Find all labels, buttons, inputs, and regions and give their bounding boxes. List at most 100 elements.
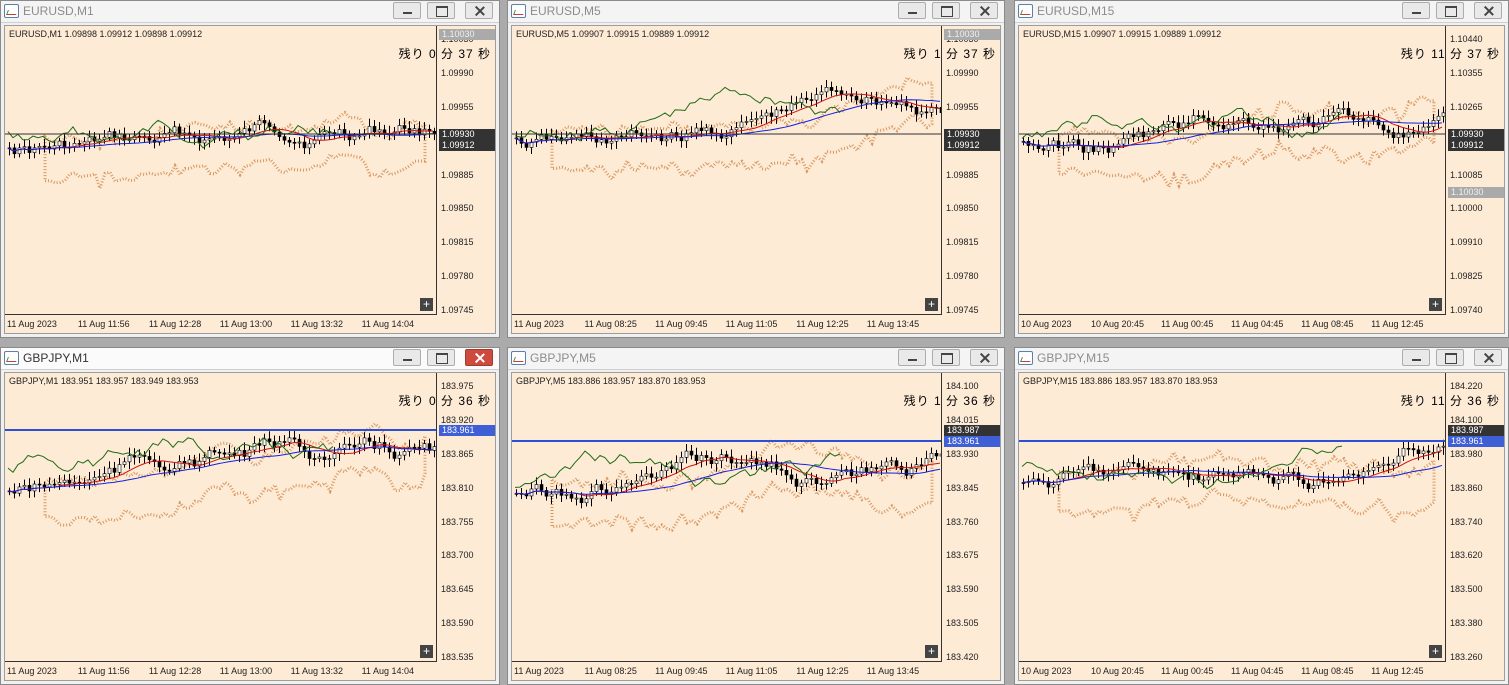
chart-window[interactable]: EURUSD,M15 EURUSD,M15 1.09907 1.09915 1.… (1014, 0, 1509, 338)
price-plot[interactable] (1019, 26, 1446, 315)
maximize-button[interactable] (932, 2, 960, 19)
candle-body (1096, 146, 1101, 152)
window-titlebar[interactable]: EURUSD,M15 (1015, 1, 1508, 23)
time-axis[interactable]: 10 Aug 2023 10 Aug 20:45 11 Aug 00:45 11 Au… (1019, 315, 1446, 333)
price-axis[interactable]: 1.104401.103551.102651.101751.100851.100… (1446, 26, 1504, 315)
minimize-button[interactable] (1402, 349, 1430, 366)
zoom-plus-button[interactable]: + (420, 298, 433, 311)
maximize-button[interactable] (1436, 349, 1464, 366)
price-tick-label: 1.09780 (946, 271, 979, 282)
candle-body (287, 139, 292, 143)
chart-area[interactable]: EURUSD,M5 1.09907 1.09915 1.09889 1.0991… (511, 25, 1001, 334)
close-button[interactable] (465, 349, 493, 366)
maximize-button[interactable] (427, 2, 455, 19)
time-axis[interactable]: 11 Aug 2023 11 Aug 11:56 11 Aug 12:28 11 Au… (5, 315, 437, 333)
window-titlebar[interactable]: GBPJPY,M15 (1015, 348, 1508, 370)
candle-body (659, 470, 664, 478)
candle-body (599, 484, 604, 491)
time-tick-label: 11 Aug 2023 (514, 666, 564, 676)
candle-body (679, 457, 684, 463)
candle-body (1326, 481, 1331, 484)
zoom-plus-button[interactable]: + (925, 298, 938, 311)
price-axis[interactable]: 184.100 184.015 183.930 183.845 183.760 183.6… (942, 373, 1000, 662)
bar-countdown: 残り 0 分 37 秒 (398, 47, 491, 61)
price-tag: 1.09930 (944, 129, 1000, 140)
close-button[interactable] (970, 2, 998, 19)
close-button[interactable] (465, 2, 493, 19)
minimize-button[interactable] (898, 2, 926, 19)
close-button[interactable] (970, 349, 998, 366)
minimize-button[interactable] (898, 349, 926, 366)
price-tag: 183.987 (1448, 425, 1504, 436)
price-tick-label: 183.675 (946, 550, 979, 561)
zoom-plus-button[interactable]: + (1429, 645, 1442, 658)
price-tick-label: 1.09850 (946, 203, 979, 214)
window-titlebar[interactable]: GBPJPY,M5 (508, 348, 1004, 370)
maximize-button[interactable] (1436, 2, 1464, 19)
price-plot[interactable] (1019, 373, 1446, 662)
price-plot[interactable] (5, 373, 437, 662)
close-button[interactable] (1474, 349, 1502, 366)
minimize-button[interactable] (393, 2, 421, 19)
price-tick-label: 1.10355 (1450, 67, 1483, 78)
chart-area[interactable]: EURUSD,M1 1.09898 1.09912 1.09898 1.0991… (4, 25, 496, 334)
candle-body (1281, 476, 1286, 481)
candle-body (47, 483, 52, 488)
price-axis[interactable]: 1.100301.099901.099551.099201.098851.098… (437, 26, 495, 315)
window-titlebar[interactable]: EURUSD,M1 (1, 1, 499, 23)
candle-body (1381, 463, 1386, 466)
close-button[interactable] (1474, 2, 1502, 19)
price-axis[interactable]: 1.100301.099901.099551.099201.098851.098… (942, 26, 1000, 315)
chart-window[interactable]: GBPJPY,M15 GBPJPY,M15 183.886 183.957 18… (1014, 347, 1509, 685)
time-tick-label: 11 Aug 13:45 (866, 319, 920, 329)
maximize-button[interactable] (932, 349, 960, 366)
time-axis[interactable]: 11 Aug 2023 11 Aug 11:56 11 Aug 12:28 11 Au… (5, 662, 437, 680)
chart-window[interactable]: GBPJPY,M1 GBPJPY,M1 183.951 183.957 183.… (0, 347, 500, 685)
candle-body (874, 98, 879, 105)
chart-area[interactable]: GBPJPY,M5 183.886 183.957 183.870 183.95… (511, 372, 1001, 681)
maximize-button[interactable] (427, 349, 455, 366)
candle-body (1211, 471, 1216, 478)
price-tick-label: 1.10265 (1450, 101, 1483, 112)
chart-area[interactable]: EURUSD,M15 1.09907 1.09915 1.09889 1.099… (1018, 25, 1505, 334)
price-tag: 183.987 (944, 425, 1000, 436)
candle-body (37, 146, 42, 149)
window-titlebar[interactable]: GBPJPY,M1 (1, 348, 499, 370)
window-titlebar[interactable]: EURUSD,M5 (508, 1, 1004, 23)
chart-area[interactable]: GBPJPY,M1 183.951 183.957 183.949 183.95… (4, 372, 496, 681)
candle-body (227, 452, 232, 455)
time-axis[interactable]: 11 Aug 2023 11 Aug 08:25 11 Aug 09:45 11 Au… (512, 662, 942, 680)
candle-body (744, 121, 749, 123)
chart-window[interactable]: GBPJPY,M5 GBPJPY,M5 183.886 183.957 183.… (507, 347, 1005, 685)
candle-body (122, 133, 127, 141)
price-plot[interactable] (512, 26, 942, 315)
chart-window[interactable]: EURUSD,M1 EURUSD,M1 1.09898 1.09912 1.09… (0, 0, 500, 338)
price-axis[interactable]: 184.220 184.100 183.980 183.860 183.740 183.6… (1446, 373, 1504, 662)
candle-body (704, 455, 709, 458)
price-axis[interactable]: 183.975 183.920 183.865 183.810 183.755 183.7… (437, 373, 495, 662)
price-tick-label: 1.09910 (1450, 237, 1483, 248)
candle-body (704, 127, 709, 131)
zoom-plus-button[interactable]: + (1429, 298, 1442, 311)
zoom-plus-button[interactable]: + (420, 645, 433, 658)
time-tick-label: 11 Aug 08:45 (1301, 319, 1354, 329)
minimize-button[interactable] (393, 349, 421, 366)
candle-body (1416, 449, 1421, 454)
time-axis[interactable]: 10 Aug 2023 10 Aug 20:45 11 Aug 00:45 11 Au… (1019, 662, 1446, 680)
price-tag: 1.09912 (1448, 140, 1504, 151)
price-plot[interactable] (5, 26, 437, 315)
minimize-button[interactable] (1402, 2, 1430, 19)
ichimoku-cloud (1057, 95, 1436, 191)
candle-body (1081, 145, 1086, 153)
price-plot[interactable] (512, 373, 942, 662)
candle-body (1391, 462, 1396, 466)
candle-body (809, 478, 814, 480)
time-axis[interactable]: 11 Aug 2023 11 Aug 08:25 11 Aug 09:45 11 Au… (512, 315, 942, 333)
candle-body (102, 473, 107, 477)
candle-body (599, 139, 604, 143)
chart-window[interactable]: EURUSD,M5 EURUSD,M5 1.09907 1.09915 1.09… (507, 0, 1005, 338)
chart-area[interactable]: GBPJPY,M15 183.886 183.957 183.870 183.9… (1018, 372, 1505, 681)
zoom-plus-button[interactable]: + (925, 645, 938, 658)
candle-body (322, 456, 327, 460)
time-tick-label: 11 Aug 04:45 (1231, 319, 1284, 329)
